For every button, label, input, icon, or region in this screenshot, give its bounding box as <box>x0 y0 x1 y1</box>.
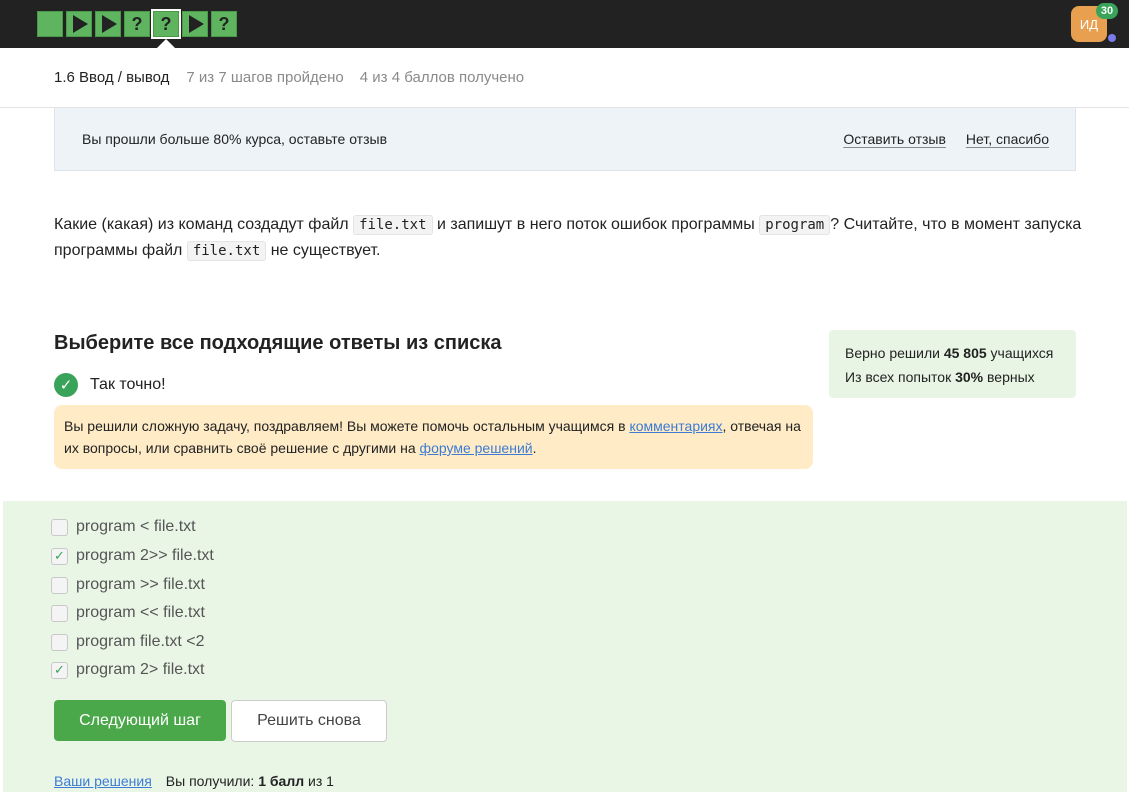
stat-text: учащихся <box>986 345 1054 361</box>
checkbox[interactable] <box>51 604 68 622</box>
question-text-part: не существует. <box>266 242 381 259</box>
hint-text: Вы решили сложную задачу, поздравляем! В… <box>64 418 630 434</box>
option-label: program 2>> file.txt <box>76 547 214 564</box>
no-thanks-link[interactable]: Нет, спасибо <box>966 131 1049 147</box>
score-text: Вы получили: <box>165 773 259 789</box>
next-step-button[interactable]: Следующий шаг <box>54 700 226 741</box>
step-7[interactable]: ? <box>211 11 237 37</box>
solved-stat: Верно решили 45 805 учащихся <box>845 341 1060 365</box>
feedback-text: Вы прошли больше 80% курса, оставьте отз… <box>82 131 388 147</box>
option-6[interactable]: ✓ program 2> file.txt <box>51 661 205 679</box>
step-4[interactable]: ? <box>124 11 150 37</box>
step-5-current[interactable]: ? <box>151 9 181 39</box>
inline-code: file.txt <box>186 241 267 261</box>
option-label: program << file.txt <box>76 604 205 621</box>
question-icon: ? <box>160 14 172 34</box>
inline-code: program <box>759 215 831 235</box>
play-icon <box>102 15 117 33</box>
lesson-score: 4 из 4 баллов получено <box>359 69 525 86</box>
score-points: 1 балл <box>258 773 305 789</box>
your-solutions-link[interactable]: Ваши решения <box>54 773 152 789</box>
attempts-stat: Из всех попыток 30% верных <box>845 365 1060 389</box>
notification-badge[interactable]: 30 <box>1096 3 1118 19</box>
hint-text: . <box>532 440 537 456</box>
retry-button[interactable]: Решить снова <box>231 700 387 742</box>
step-1[interactable] <box>37 11 63 37</box>
question-text: Какие (какая) из команд создадут файл fi… <box>54 212 1084 264</box>
checkbox[interactable] <box>51 633 68 651</box>
received-score: Вы получили: 1 балл из 1 <box>166 773 334 789</box>
leave-review-link[interactable]: Оставить отзыв <box>843 131 946 147</box>
comments-link[interactable]: комментариях <box>629 418 722 434</box>
submission-footer: Ваши решения Вы получили: 1 балл из 1 <box>54 773 334 789</box>
hint-box: Вы решили сложную задачу, поздравляем! В… <box>54 405 813 469</box>
step-navigation: ? ? ? <box>37 9 237 39</box>
stat-text: верных <box>983 369 1035 385</box>
play-icon <box>73 15 88 33</box>
checkbox[interactable] <box>51 518 68 536</box>
correct-status: ✓ Так точно! <box>54 373 166 397</box>
question-icon: ? <box>131 14 143 34</box>
check-circle-icon: ✓ <box>54 373 78 397</box>
answer-title: Выберите все подходящие ответы из списка <box>54 332 502 354</box>
option-2[interactable]: ✓ program 2>> file.txt <box>51 547 214 565</box>
feedback-banner: Вы прошли больше 80% курса, оставьте отз… <box>54 108 1076 171</box>
option-4[interactable]: program << file.txt <box>51 604 205 622</box>
question-text-part: и запишут в него поток ошибок программы <box>432 216 760 233</box>
step-3[interactable] <box>95 11 121 37</box>
solved-count: 45 805 <box>943 345 987 361</box>
lesson-header: 1.6 Ввод / вывод 7 из 7 шагов пройдено 4… <box>0 48 1129 108</box>
option-5[interactable]: program file.txt <2 <box>51 633 205 651</box>
option-label: program >> file.txt <box>76 576 205 593</box>
stats-box: Верно решили 45 805 учащихся Из всех поп… <box>829 330 1076 398</box>
attempts-percent: 30% <box>955 369 984 385</box>
question-icon: ? <box>218 14 230 34</box>
play-icon <box>189 15 204 33</box>
step-2[interactable] <box>66 11 92 37</box>
question-text-part: Какие (какая) из команд создадут файл <box>54 216 354 233</box>
step-6[interactable] <box>182 11 208 37</box>
stat-text: Верно решили <box>845 345 944 361</box>
correct-text: Так точно! <box>90 376 166 393</box>
option-label: program file.txt <2 <box>76 633 205 650</box>
solutions-forum-link[interactable]: форуме решений <box>420 440 533 456</box>
option-1[interactable]: program < file.txt <box>51 518 196 536</box>
lesson-title[interactable]: 1.6 Ввод / вывод <box>54 69 169 86</box>
option-label: program < file.txt <box>76 518 196 535</box>
stat-text: Из всех попыток <box>845 369 956 385</box>
checkbox-checked[interactable]: ✓ <box>51 661 68 679</box>
inline-code: file.txt <box>353 215 433 235</box>
score-text: из 1 <box>304 773 334 789</box>
feedback-links: Оставить отзыв Нет, спасибо <box>843 131 1049 147</box>
status-dot <box>1108 34 1116 42</box>
option-label: program 2> file.txt <box>76 661 205 678</box>
checkbox-checked[interactable]: ✓ <box>51 547 68 565</box>
option-3[interactable]: program >> file.txt <box>51 576 205 594</box>
checkbox[interactable] <box>51 576 68 594</box>
lesson-progress: 7 из 7 шагов пройдено <box>186 69 344 86</box>
